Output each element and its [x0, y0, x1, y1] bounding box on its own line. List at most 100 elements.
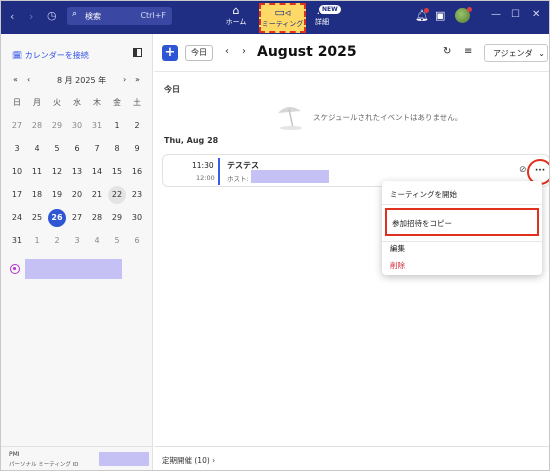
view-select-value: アジェンダ	[493, 49, 533, 58]
forward-icon[interactable]: ›	[29, 10, 33, 23]
calendar-day[interactable]: 5	[108, 232, 126, 250]
menu-copy-invite[interactable]: 参加招待をコピー	[392, 218, 452, 229]
calendar-day[interactable]: 1	[108, 117, 126, 135]
home-icon: ⌂	[232, 4, 240, 17]
calendar-day[interactable]: 3	[68, 232, 86, 250]
today-button[interactable]: 今日	[185, 45, 213, 61]
calendar-day[interactable]: 17	[8, 186, 26, 204]
nav-meeting-label: ミーティング	[261, 20, 304, 28]
menu-divider	[382, 204, 542, 205]
week-row: 10 11 12 13 14 15 16	[7, 163, 147, 186]
event-start-time: 11:30	[192, 161, 214, 170]
calendar-day[interactable]: 14	[88, 163, 106, 181]
mini-calendar-header: « ‹ 8 月 2025 年 › »	[13, 75, 141, 87]
calendar-day[interactable]: 10	[8, 163, 26, 181]
empty-schedule-message: スケジュールされたイベントはありません。	[313, 113, 463, 122]
prev-period-icon[interactable]: ‹	[225, 46, 229, 57]
next-month-icon[interactable]: ›	[123, 75, 126, 84]
weekday-label: 金	[113, 98, 121, 107]
calendar-day[interactable]: 23	[128, 186, 146, 204]
back-icon[interactable]: ‹	[10, 10, 14, 23]
weekday-label: 月	[33, 98, 41, 107]
menu-copy-invite-highlight[interactable]: 参加招待をコピー	[385, 208, 539, 236]
calendar-day[interactable]: 20	[68, 186, 86, 204]
calendar-day[interactable]: 18	[28, 186, 46, 204]
pmi-footer: PMI パーソナル ミーティング ID	[1, 446, 153, 470]
calendar-day[interactable]: 8	[108, 140, 126, 158]
view-select[interactable]: アジェンダ ⌄	[484, 44, 548, 62]
calendar-day[interactable]: 21	[88, 186, 106, 204]
history-icon[interactable]: ◷	[47, 9, 57, 22]
calendar-day[interactable]: 28	[88, 209, 106, 227]
calendar-day[interactable]: 6	[68, 140, 86, 158]
calendar-day[interactable]: 15	[108, 163, 126, 181]
calendar-day[interactable]: 22	[108, 186, 126, 204]
nav-home[interactable]: ⌂ ホーム	[223, 5, 249, 31]
close-icon[interactable]: ✕	[532, 9, 540, 20]
calendar-day[interactable]: 24	[8, 209, 26, 227]
app-window: ‹ › ◷ ⌕ 検索 Ctrl+F ⌂ ホーム ▭◃ ミーティング … 詳細 N…	[0, 0, 550, 471]
menu-edit[interactable]: 編集	[390, 243, 405, 254]
recurring-meetings-link[interactable]: 定期開催 (10) ›	[162, 455, 215, 466]
sidebar-toggle-icon[interactable]	[133, 48, 142, 57]
event-host-name-redacted	[251, 170, 329, 183]
weekday-row: 日月火水木金土	[7, 94, 147, 117]
pmi-value-redacted[interactable]	[99, 452, 149, 466]
add-event-button[interactable]: +	[162, 45, 178, 61]
calendar-radio[interactable]	[10, 264, 20, 274]
event-host-label: ホスト:	[227, 175, 249, 183]
calendar-day[interactable]: 16	[128, 163, 146, 181]
search-input[interactable]: ⌕ 検索 Ctrl+F	[67, 7, 172, 25]
search-label: 検索	[85, 12, 101, 21]
calendar-day[interactable]: 31	[8, 232, 26, 250]
prev-month-icon[interactable]: ‹	[27, 75, 30, 84]
calendar-account-entry[interactable]	[10, 259, 125, 279]
title-bar: ‹ › ◷ ⌕ 検索 Ctrl+F ⌂ ホーム ▭◃ ミーティング … 詳細 N…	[1, 1, 549, 34]
maximize-icon[interactable]: ☐	[511, 9, 520, 20]
prev-year-icon[interactable]: «	[13, 75, 18, 84]
menu-start-meeting[interactable]: ミーティングを開始	[390, 189, 457, 200]
minimize-icon[interactable]: —	[491, 9, 501, 20]
next-year-icon[interactable]: »	[135, 75, 140, 84]
week-row: 31 1 2 3 4 5 6	[7, 232, 147, 255]
menu-delete[interactable]: 削除	[390, 260, 405, 271]
calendar-day[interactable]: 13	[68, 163, 86, 181]
calendar-day[interactable]: 29	[48, 117, 66, 135]
calendar-day[interactable]: 28	[28, 117, 46, 135]
calendar-day[interactable]: 31	[88, 117, 106, 135]
calendar-day[interactable]: 11	[28, 163, 46, 181]
date-heading: Thu, Aug 28	[164, 136, 219, 145]
calendar-day[interactable]: 27	[8, 117, 26, 135]
connect-calendar-label: カレンダーを接続	[24, 51, 89, 60]
calendar-day[interactable]: 29	[108, 209, 126, 227]
notification-badge	[424, 8, 429, 13]
main-footer: 定期開催 (10) ›	[154, 446, 549, 470]
calendar-day[interactable]: 27	[68, 209, 86, 227]
link-icon[interactable]: ⊘	[519, 165, 527, 175]
calendar-day[interactable]: 12	[48, 163, 66, 181]
calendar-day[interactable]: 2	[48, 232, 66, 250]
calendar-day[interactable]: 30	[128, 209, 146, 227]
calendar-day[interactable]: 4	[28, 140, 46, 158]
mini-window-icon[interactable]: ▣	[435, 9, 445, 22]
calendar-day[interactable]: 4	[88, 232, 106, 250]
calendar-day[interactable]: 3	[8, 140, 26, 158]
calendar-day[interactable]: 25	[28, 209, 46, 227]
nav-meeting[interactable]: ▭◃ ミーティング	[259, 3, 306, 33]
calendar-day[interactable]: 5	[48, 140, 66, 158]
calendar-day[interactable]: 30	[68, 117, 86, 135]
calendar-day[interactable]: 6	[128, 232, 146, 250]
calendar-day[interactable]: 19	[48, 186, 66, 204]
calendar-day[interactable]: 2	[128, 117, 146, 135]
beach-umbrella-icon	[278, 106, 302, 130]
connect-calendar-link[interactable]: 🗓︎ カレンダーを接続	[12, 50, 89, 61]
calendar-day[interactable]: 7	[88, 140, 106, 158]
next-period-icon[interactable]: ›	[242, 46, 246, 57]
video-camera-icon: ▭◃	[274, 6, 291, 19]
calendar-day[interactable]: 26	[48, 209, 66, 227]
filter-icon[interactable]: ≡	[464, 46, 472, 57]
refresh-icon[interactable]: ↻	[443, 46, 451, 57]
calendar-day[interactable]: 9	[128, 140, 146, 158]
calendar-day[interactable]: 1	[28, 232, 46, 250]
calendar-link-icon: 🗓︎	[12, 51, 23, 60]
